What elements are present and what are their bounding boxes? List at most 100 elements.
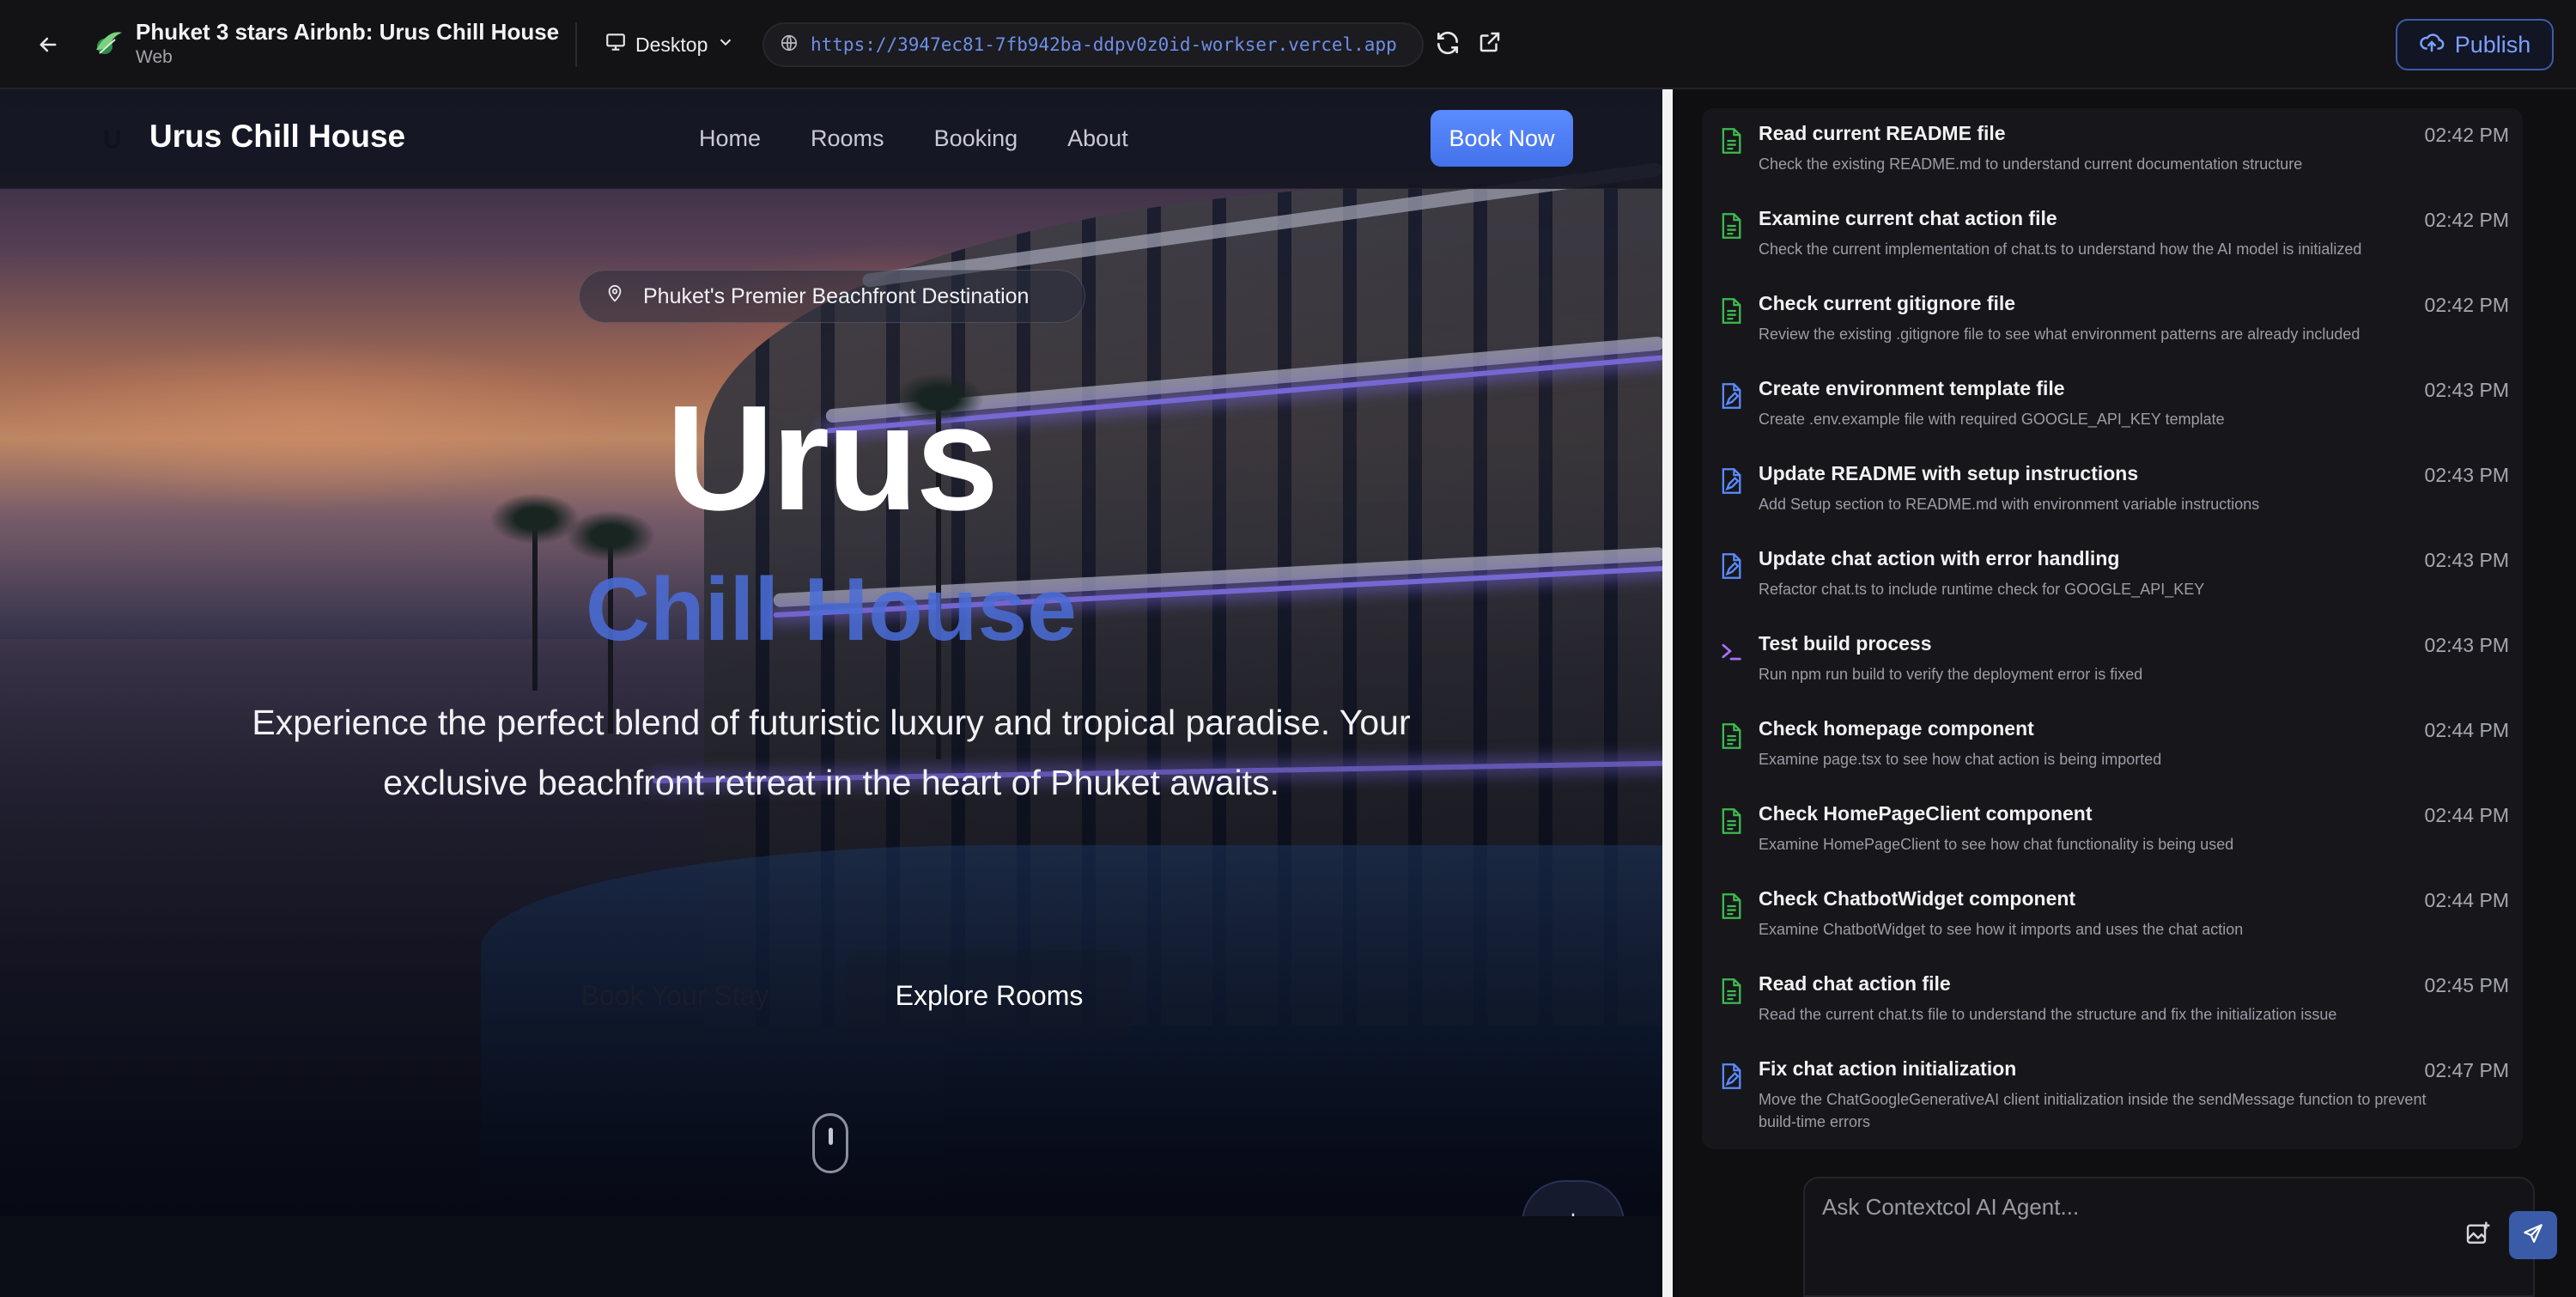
- task-description: Add Setup section to README.md with envi…: [1759, 496, 2260, 513]
- explore-rooms-button[interactable]: Explore Rooms: [847, 950, 1132, 1041]
- file-check-icon: [1719, 807, 1747, 838]
- task-title: Examine current chat action file: [1759, 207, 2057, 229]
- task-time: 02:47 PM: [2424, 1059, 2509, 1081]
- cloud-upload-icon: [2419, 29, 2445, 61]
- file-edit-icon: [1719, 1063, 1747, 1093]
- file-check-icon: [1719, 212, 1747, 243]
- task-item[interactable]: Fix chat action initialization Move the C…: [1702, 1054, 2523, 1139]
- preview-footer: [0, 1216, 1662, 1297]
- task-description: Read the current chat.ts file to underst…: [1759, 1006, 2337, 1023]
- task-time: 02:42 PM: [2424, 209, 2509, 231]
- task-time: 02:42 PM: [2424, 294, 2509, 316]
- send-icon: [2522, 1222, 2544, 1249]
- file-check-icon: [1719, 297, 1747, 328]
- task-item[interactable]: Check ChatbotWidget component Examine Cha…: [1702, 884, 2523, 969]
- panel-divider[interactable]: [1662, 89, 1673, 1297]
- chevron-down-icon: [716, 33, 735, 57]
- map-pin-icon: [605, 284, 624, 309]
- ask-input[interactable]: Ask Contextcol AI Agent...: [1822, 1194, 2079, 1221]
- project-title: Phuket 3 stars Airbnb: Urus Chill House: [136, 19, 560, 45]
- task-description: Run npm run build to verify the deployme…: [1759, 666, 2143, 683]
- task-item[interactable]: Test build process Run npm run build to v…: [1702, 629, 2523, 714]
- task-title: Read chat action file: [1759, 972, 1951, 995]
- ask-agent-box[interactable]: Ask Contextcol AI Agent...: [1803, 1177, 2535, 1297]
- task-title: Fix chat action initialization: [1759, 1057, 2017, 1080]
- task-description: Refactor chat.ts to include runtime chec…: [1759, 581, 2205, 598]
- task-time: 02:43 PM: [2424, 549, 2509, 571]
- task-description: Review the existing .gitignore file to s…: [1759, 326, 2360, 343]
- top-bar: Phuket 3 stars Airbnb: Urus Chill House …: [0, 0, 2576, 89]
- task-time: 02:43 PM: [2424, 634, 2509, 656]
- task-title: Test build process: [1759, 632, 1932, 655]
- task-item[interactable]: Check HomePageClient component Examine Ho…: [1702, 799, 2523, 884]
- send-button[interactable]: [2509, 1211, 2557, 1259]
- file-edit-icon: [1719, 382, 1747, 413]
- task-item[interactable]: Examine current chat action file Check th…: [1702, 204, 2523, 289]
- file-check-icon: [1719, 722, 1747, 753]
- task-description: Examine page.tsx to see how chat action …: [1759, 751, 2162, 768]
- task-description: Check the current implementation of chat…: [1759, 241, 2362, 258]
- task-title: Create environment template file: [1759, 377, 2065, 399]
- task-description: Move the ChatGoogleGenerativeAI client i…: [1759, 1091, 2427, 1130]
- task-title: Check homepage component: [1759, 717, 2034, 740]
- nav-booking[interactable]: Booking: [934, 125, 1018, 152]
- scroll-indicator: [812, 1113, 848, 1173]
- task-list: Read current README file Check the existi…: [1702, 108, 2523, 1149]
- task-time: 02:43 PM: [2424, 379, 2509, 401]
- task-description: Check the existing README.md to understa…: [1759, 155, 2303, 173]
- task-item[interactable]: Create environment template file Create .…: [1702, 374, 2523, 459]
- website-preview: U Urus Chill House Home Rooms Booking Ab…: [0, 89, 1662, 1297]
- location-badge: Phuket's Premier Beachfront Destination: [579, 270, 1085, 323]
- back-arrow-icon[interactable]: [31, 27, 65, 62]
- site-navbar: U Urus Chill House Home Rooms Booking Ab…: [0, 89, 1662, 189]
- badge-text: Phuket's Premier Beachfront Destination: [643, 283, 1030, 308]
- task-title: Check HomePageClient component: [1759, 802, 2093, 825]
- task-time: 02:44 PM: [2424, 719, 2509, 741]
- file-edit-icon: [1719, 467, 1747, 498]
- project-logo-icon: [89, 24, 127, 62]
- task-title: Update README with setup instructions: [1759, 462, 2139, 484]
- task-title: Read current README file: [1759, 122, 2006, 144]
- task-description: Create .env.example file with required G…: [1759, 411, 2225, 428]
- task-item[interactable]: Check current gitignore file Review the e…: [1702, 289, 2523, 374]
- task-title: Check current gitignore file: [1759, 292, 2016, 314]
- task-item[interactable]: Update chat action with error handling Re…: [1702, 544, 2523, 629]
- image-upload-icon[interactable]: [2464, 1220, 2495, 1251]
- task-item[interactable]: Read chat action file Read the current ch…: [1702, 969, 2523, 1054]
- monitor-icon: [605, 31, 627, 58]
- nav-about[interactable]: About: [1067, 125, 1128, 152]
- site-logo-mark: U: [103, 125, 122, 154]
- publish-label: Publish: [2454, 31, 2531, 58]
- hero-headline: Urus: [665, 374, 999, 541]
- file-check-icon: [1719, 892, 1747, 923]
- book-now-button[interactable]: Book Now: [1431, 110, 1573, 167]
- task-time: 02:43 PM: [2424, 464, 2509, 486]
- task-description: Examine HomePageClient to see how chat f…: [1759, 836, 2234, 853]
- hero-description: Experience the perfect blend of futurist…: [252, 703, 1411, 802]
- file-check-icon: [1719, 977, 1747, 1008]
- device-selector[interactable]: Desktop: [605, 27, 735, 62]
- hero-subheadline: Chill House: [585, 560, 1078, 660]
- task-item[interactable]: Read current README file Check the existi…: [1702, 119, 2523, 204]
- nav-rooms[interactable]: Rooms: [811, 125, 884, 152]
- project-platform: Web: [136, 47, 173, 67]
- nav-home[interactable]: Home: [699, 125, 761, 152]
- publish-button[interactable]: Publish: [2396, 19, 2554, 70]
- task-item[interactable]: Check homepage component Examine page.tsx…: [1702, 714, 2523, 799]
- device-label: Desktop: [635, 33, 708, 56]
- file-check-icon: [1719, 127, 1747, 158]
- agent-panel: Read current README file Check the existi…: [1673, 89, 2576, 1297]
- refresh-icon[interactable]: [1434, 29, 1465, 60]
- external-link-icon[interactable]: [1477, 29, 1508, 60]
- file-edit-icon: [1719, 552, 1747, 583]
- url-text: https://3947ec81-7fb942ba-ddpv0z0id-work…: [811, 34, 1397, 55]
- terminal-icon: [1719, 637, 1747, 668]
- globe-icon: [780, 33, 799, 57]
- book-your-stay-button[interactable]: Book Your Stay: [563, 962, 787, 1029]
- site-logo[interactable]: Urus Chill House: [149, 119, 405, 155]
- task-time: 02:44 PM: [2424, 804, 2509, 826]
- task-item[interactable]: Update README with setup instructions Add…: [1702, 459, 2523, 544]
- task-title: Update chat action with error handling: [1759, 547, 2120, 569]
- task-time: 02:42 PM: [2424, 124, 2509, 146]
- url-bar[interactable]: https://3947ec81-7fb942ba-ddpv0z0id-work…: [762, 22, 1424, 67]
